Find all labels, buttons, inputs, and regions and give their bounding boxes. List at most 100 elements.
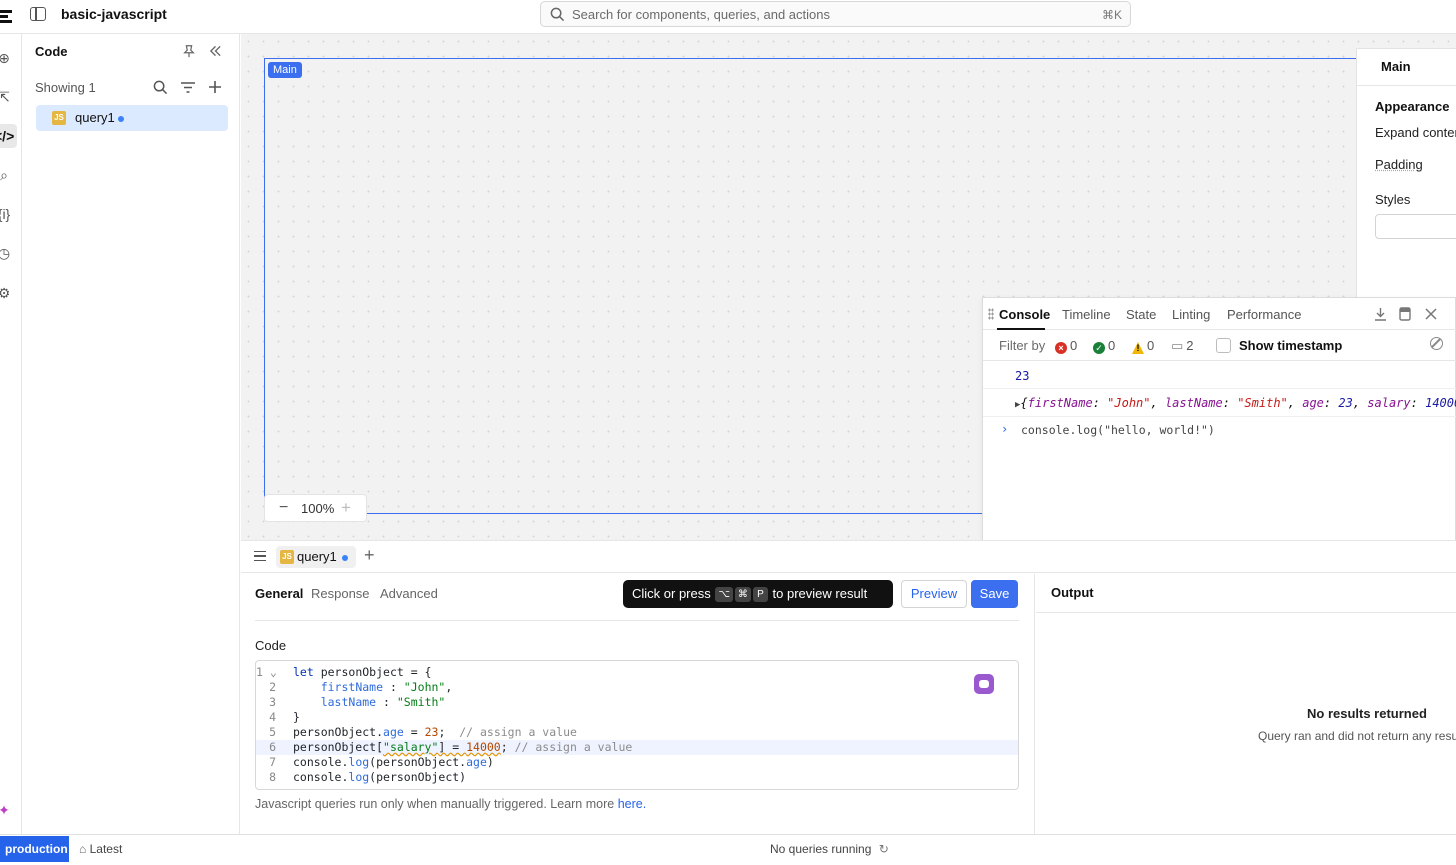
- code-content[interactable]: let personObject = { firstName : "John",…: [293, 665, 632, 785]
- js-query-icon: JS: [280, 550, 294, 564]
- download-icon[interactable]: [1374, 307, 1387, 321]
- status-bar: production ⌂ Latest No queries running ↻: [0, 834, 1456, 865]
- tab-general[interactable]: General: [255, 586, 303, 601]
- code-editor[interactable]: 1 ⌄ 2 3 4 5 6 7 8 let personObject = { firstNam…: [255, 660, 1019, 790]
- styles-input[interactable]: [1375, 214, 1456, 239]
- unsaved-dot: [342, 555, 348, 561]
- clear-console-icon[interactable]: [1430, 337, 1443, 350]
- search-icon: [550, 7, 565, 22]
- top-bar: basic-javascript Search for components, …: [0, 0, 1456, 34]
- filter-success[interactable]: ✓ 0: [1093, 338, 1115, 354]
- filter-warnings[interactable]: ! 0: [1132, 338, 1154, 354]
- console-input[interactable]: › console.log("hello, world!"): [983, 417, 1456, 441]
- expand-content-label[interactable]: Expand content: [1375, 125, 1456, 140]
- console-log-entry[interactable]: ▶{firstName: "John", lastName: "Smith", …: [983, 389, 1456, 417]
- filter-messages[interactable]: ▭ 2: [1171, 338, 1194, 354]
- ai-assist-icon[interactable]: ✦: [0, 800, 14, 820]
- app-logo[interactable]: [0, 8, 12, 26]
- main-frame-label[interactable]: Main: [268, 62, 302, 78]
- preview-button[interactable]: Preview: [901, 580, 967, 608]
- add-icon[interactable]: ⊕: [0, 48, 14, 68]
- prompt-chevron-icon: ›: [1001, 422, 1009, 436]
- query-list-item[interactable]: JS query1: [36, 105, 228, 131]
- filter-label: Filter by: [999, 338, 1046, 353]
- preview-tooltip: Click or press ⌥ ⌘ P to preview result: [623, 580, 893, 608]
- tab-response[interactable]: Response: [311, 586, 370, 601]
- components-icon[interactable]: ⇱: [0, 87, 14, 107]
- appearance-heading: Appearance: [1375, 99, 1450, 114]
- padding-label[interactable]: Padding: [1375, 157, 1423, 172]
- tab-linting[interactable]: Linting: [1172, 307, 1210, 322]
- version-selector[interactable]: ⌂ Latest: [79, 842, 122, 856]
- pin-icon[interactable]: [182, 44, 196, 58]
- state-icon[interactable]: {i}: [0, 204, 14, 224]
- console-tabs: Console Timeline State Linting Performan…: [983, 298, 1456, 330]
- tab-state[interactable]: State: [1126, 307, 1156, 322]
- history-icon[interactable]: ◷: [0, 243, 14, 263]
- code-label: Code: [255, 638, 287, 653]
- inspector-divider: [1357, 85, 1456, 86]
- code-panel-title: Code: [35, 44, 68, 59]
- query-count: Showing 1: [35, 80, 96, 95]
- show-timestamp-label[interactable]: Show timestamp: [1239, 338, 1342, 353]
- ai-assistant-icon[interactable]: [974, 674, 994, 694]
- show-timestamp-checkbox[interactable]: [1216, 338, 1231, 353]
- output-divider: [1036, 612, 1456, 613]
- error-icon: ×: [1055, 342, 1067, 354]
- unsaved-dot: [118, 116, 125, 122]
- debug-console: Console Timeline State Linting Performan…: [982, 297, 1456, 552]
- search-icon[interactable]: [153, 80, 168, 95]
- success-icon: ✓: [1093, 342, 1105, 354]
- new-query-tab-icon[interactable]: +: [364, 545, 375, 566]
- tag-icon: ⌂: [79, 842, 87, 856]
- editor-divider: [255, 620, 1019, 621]
- console-input-text[interactable]: console.log("hello, world!"): [1021, 423, 1215, 437]
- styles-label: Styles: [1375, 192, 1411, 207]
- query-tab-label: query1: [297, 549, 337, 564]
- save-button[interactable]: Save: [971, 580, 1018, 608]
- menu-icon[interactable]: [254, 551, 266, 561]
- query-tab[interactable]: JS query1: [276, 546, 356, 568]
- inspector-tab-main[interactable]: Main: [1381, 59, 1411, 74]
- tab-performance[interactable]: Performance: [1227, 307, 1301, 322]
- add-query-icon[interactable]: [208, 80, 222, 94]
- tab-console[interactable]: Console: [999, 307, 1050, 322]
- console-filter-bar: Filter by × 0 ✓ 0 ! 0 ▭ 2 Show timestamp: [983, 330, 1456, 361]
- warning-icon: !: [1132, 342, 1144, 354]
- code-sidebar: Code Showing 1 JS query1: [22, 34, 240, 834]
- collapse-icon[interactable]: [209, 45, 222, 57]
- left-rail: ⊕ ⇱ </> ⌕ {i} ◷ ⚙ ✦: [0, 34, 22, 834]
- zoom-level: 100%: [301, 501, 335, 516]
- close-icon[interactable]: [1425, 308, 1437, 320]
- zoom-control: − 100% +: [264, 494, 367, 522]
- code-icon[interactable]: </>: [0, 126, 14, 146]
- toggle-panel-icon[interactable]: [30, 7, 46, 21]
- zoom-out-button[interactable]: −: [279, 499, 288, 517]
- tab-timeline[interactable]: Timeline: [1062, 307, 1111, 322]
- query-tab-bar: JS query1 +: [241, 540, 1456, 573]
- query-status: No queries running ↻: [770, 842, 889, 856]
- search-icon[interactable]: ⌕: [0, 165, 14, 185]
- search-shortcut: ⌘K: [1101, 8, 1122, 22]
- drag-handle-icon[interactable]: [988, 308, 994, 320]
- settings-icon[interactable]: ⚙: [0, 283, 14, 303]
- js-query-icon: JS: [52, 111, 66, 125]
- filter-icon[interactable]: [180, 81, 196, 94]
- tab-advanced[interactable]: Advanced: [380, 586, 438, 601]
- app-title[interactable]: basic-javascript: [61, 6, 167, 22]
- output-panel: Output No results returned Query ran and…: [1036, 574, 1456, 834]
- zoom-in-button[interactable]: +: [341, 498, 351, 518]
- dock-icon[interactable]: [1399, 307, 1411, 321]
- filter-errors[interactable]: × 0: [1055, 338, 1077, 354]
- query-editor: General Response Advanced Click or press…: [241, 574, 1035, 834]
- search-input[interactable]: Search for components, queries, and acti…: [540, 1, 1131, 27]
- output-empty-subtitle: Query ran and did not return any results: [1258, 729, 1456, 743]
- console-log-entry: 23: [983, 363, 1456, 389]
- editor-hint: Javascript queries run only when manuall…: [255, 797, 647, 811]
- learn-more-link[interactable]: here.: [618, 797, 647, 811]
- search-placeholder: Search for components, queries, and acti…: [572, 7, 830, 22]
- line-numbers: 1 ⌄ 2 3 4 5 6 7 8: [256, 665, 277, 784]
- refresh-icon[interactable]: ↻: [879, 842, 889, 856]
- output-empty-title: No results returned: [1307, 706, 1427, 721]
- environment-badge[interactable]: production: [0, 836, 69, 862]
